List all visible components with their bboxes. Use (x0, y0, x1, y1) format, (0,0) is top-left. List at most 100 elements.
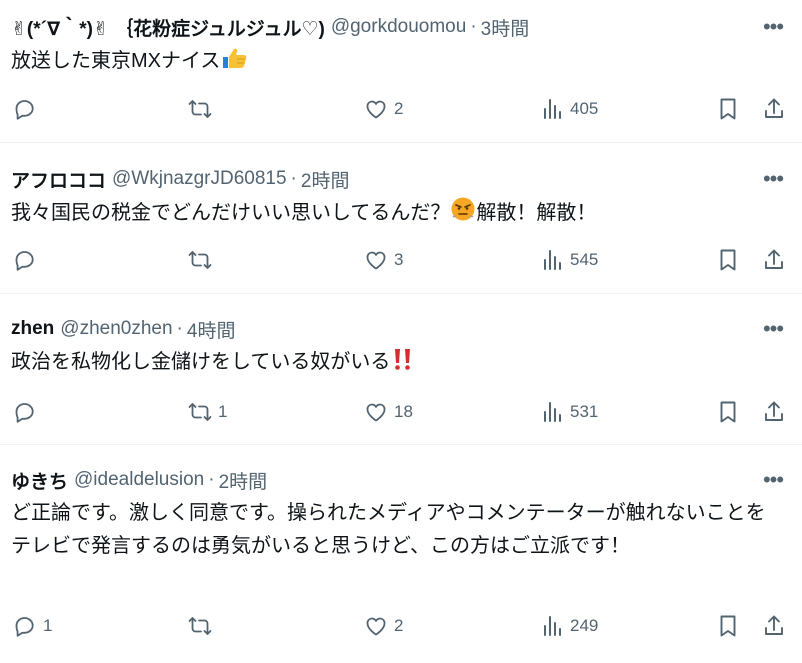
separator-dot: · (176, 318, 183, 339)
tweet-actions: 1 18 531 (0, 396, 802, 428)
views-button[interactable]: 545 (540, 244, 598, 276)
reply-count: 1 (43, 616, 53, 635)
display-name[interactable]: ✌(*´∇｀*)✌ ｛花粉症ジュルジュル♡) (11, 14, 325, 41)
share-icon (765, 249, 783, 269)
reply-button[interactable] (13, 396, 43, 428)
user-handle[interactable]: @WkjnazgrJD60815 (112, 168, 287, 190)
separator-dot: · (208, 469, 215, 490)
share-icon (765, 98, 783, 118)
retweet-button[interactable] (188, 610, 218, 642)
more-horizontal-icon: ••• (762, 14, 784, 39)
retweet-icon (188, 403, 212, 421)
tweet-item[interactable]: ✌(*´∇｀*)✌ ｛花粉症ジュルジュル♡) @gorkdouomou · 3時… (0, 0, 802, 143)
share-icon (765, 615, 783, 635)
view-count: 249 (570, 616, 599, 635)
more-horizontal-icon: ••• (762, 467, 784, 492)
like-button[interactable]: 18 (364, 396, 413, 428)
like-count: 18 (394, 402, 413, 421)
user-handle[interactable]: @gorkdouomou (331, 16, 466, 38)
more-options-button[interactable]: ••• (760, 166, 786, 192)
tweet-item[interactable]: zhen @zhen0zhen · 4時間 ••• 政治を私物化し金儲けをしてい… (0, 294, 802, 445)
tweet-header: アフロココ @WkjnazgrJD60815 · 2時間 (11, 166, 349, 192)
bookmark-icon (720, 249, 736, 271)
double-exclamation-emoji (390, 347, 412, 382)
tweet-text-body: 我々国民の税金でどんだけいい思いしてるんだ？ (11, 202, 451, 224)
reply-button[interactable] (13, 93, 43, 125)
views-bar-chart-icon (544, 402, 561, 422)
like-count: 2 (394, 616, 404, 635)
timestamp[interactable]: 2時間 (301, 166, 350, 193)
share-button[interactable] (762, 244, 786, 276)
tweet-actions: 2 405 (0, 93, 802, 125)
bookmark-button[interactable] (716, 244, 740, 276)
retweet-icon (188, 251, 212, 269)
retweet-icon (188, 617, 212, 635)
views-button[interactable]: 405 (540, 93, 598, 125)
heart-icon (366, 403, 386, 422)
more-horizontal-icon: ••• (762, 316, 784, 341)
display-name[interactable]: ゆきち (11, 467, 68, 494)
like-button[interactable]: 3 (364, 244, 403, 276)
heart-icon (366, 100, 386, 119)
heart-icon (366, 617, 386, 636)
display-name[interactable]: zhen (11, 318, 54, 340)
tweet-actions: 3 545 (0, 244, 802, 276)
share-button[interactable] (762, 93, 786, 125)
tweet-text: 放送した東京MXナイス (11, 45, 778, 81)
tweet-text: 我々国民の税金でどんだけいい思いしてるんだ？ 解散！解散！ (11, 196, 778, 233)
bookmark-button[interactable] (716, 610, 740, 642)
bookmark-icon (720, 401, 736, 423)
user-handle[interactable]: @idealdelusion (74, 469, 204, 491)
timestamp[interactable]: 2時間 (219, 467, 268, 494)
retweet-button[interactable] (188, 244, 218, 276)
tweet-text-tail: 解散！解散！ (476, 202, 597, 224)
like-count: 2 (394, 99, 404, 118)
share-button[interactable] (762, 396, 786, 428)
like-button[interactable]: 2 (364, 610, 403, 642)
reply-icon (15, 403, 34, 423)
like-button[interactable]: 2 (364, 93, 403, 125)
user-handle[interactable]: @zhen0zhen (60, 318, 172, 340)
retweet-button[interactable] (188, 93, 218, 125)
reply-icon (15, 251, 34, 271)
view-count: 531 (570, 402, 599, 421)
more-options-button[interactable]: ••• (760, 467, 786, 493)
views-button[interactable]: 249 (540, 610, 598, 642)
bookmark-icon (720, 98, 736, 120)
view-count: 545 (570, 250, 599, 269)
more-horizontal-icon: ••• (762, 166, 784, 191)
separator-dot: · (290, 168, 297, 189)
retweet-count: 1 (218, 402, 228, 421)
views-bar-chart-icon (544, 616, 561, 636)
tweet-item[interactable]: ゆきち @idealdelusion · 2時間 ••• ど正論です。激しく同意… (0, 445, 802, 663)
tweet-text-body: 政治を私物化し金儲けをしている奴がいる (11, 351, 391, 373)
tweet-header: zhen @zhen0zhen · 4時間 (11, 316, 235, 342)
like-count: 3 (394, 250, 404, 269)
reply-icon (15, 617, 34, 637)
share-icon (765, 401, 783, 421)
tweet-item[interactable]: アフロココ @WkjnazgrJD60815 · 2時間 ••• 我々国民の税金… (0, 143, 802, 294)
reply-icon (15, 100, 34, 120)
views-bar-chart-icon (544, 99, 561, 119)
bookmark-button[interactable] (716, 93, 740, 125)
heart-icon (366, 251, 386, 270)
views-bar-chart-icon (544, 250, 561, 270)
retweet-button[interactable]: 1 (188, 396, 227, 428)
tweet-header: ✌(*´∇｀*)✌ ｛花粉症ジュルジュル♡) @gorkdouomou · 3時… (11, 14, 529, 40)
tweet-actions: 1 2 249 (0, 610, 802, 642)
bookmark-button[interactable] (716, 396, 740, 428)
tweet-text-body: 放送した東京MXナイス (11, 50, 221, 72)
more-options-button[interactable]: ••• (760, 316, 786, 342)
tweet-text: ど正論です。激しく同意です。操られたメディアやコメンテーターが触れないことをテレ… (11, 497, 778, 563)
timestamp[interactable]: 4時間 (187, 316, 236, 343)
retweet-icon (188, 100, 212, 118)
timestamp[interactable]: 3時間 (481, 14, 530, 41)
bookmark-icon (720, 615, 736, 637)
thumbs-up-emoji (220, 46, 248, 81)
reply-button[interactable]: 1 (13, 610, 52, 642)
share-button[interactable] (762, 610, 786, 642)
reply-button[interactable] (13, 244, 43, 276)
views-button[interactable]: 531 (540, 396, 598, 428)
display-name[interactable]: アフロココ (11, 166, 106, 193)
more-options-button[interactable]: ••• (760, 14, 786, 40)
